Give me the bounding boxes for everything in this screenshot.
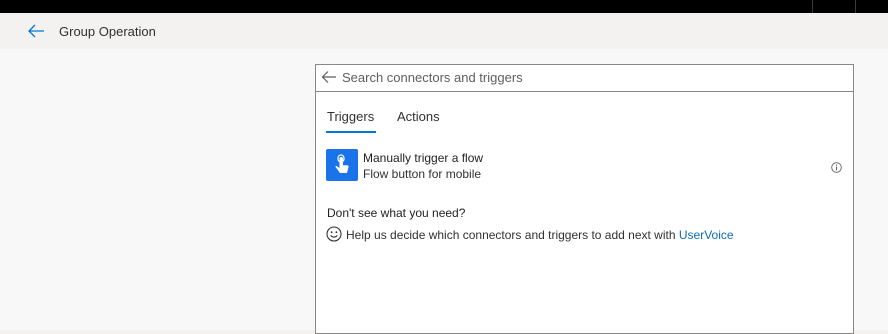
search-bar [316, 65, 853, 92]
trigger-picker-panel: Triggers Actions Manually trigger a flow… [315, 64, 854, 334]
back-arrow-icon[interactable] [26, 23, 46, 39]
trigger-subtitle: Flow button for mobile [363, 167, 482, 181]
tab-actions[interactable]: Actions [397, 109, 440, 124]
tab-selected-indicator [326, 131, 376, 133]
page-title: Group Operation [59, 24, 156, 39]
search-input[interactable] [342, 67, 842, 87]
trigger-item-manual[interactable]: Manually trigger a flow Flow button for … [326, 148, 843, 183]
trigger-title: Manually trigger a flow [363, 151, 484, 165]
top-bar-divider [855, 0, 856, 13]
top-bar-divider [812, 0, 813, 13]
search-back-arrow-icon[interactable] [321, 70, 337, 84]
help-text: Help us decide which connectors and trig… [346, 228, 734, 242]
hand-tap-icon [326, 149, 358, 181]
tab-triggers[interactable]: Triggers [327, 109, 374, 124]
top-bar [0, 0, 888, 13]
uservoice-link[interactable]: UserVoice [679, 228, 734, 242]
smiley-icon [326, 226, 342, 242]
info-icon[interactable] [831, 160, 842, 173]
header: Group Operation [0, 13, 888, 49]
help-text-body: Help us decide which connectors and trig… [346, 228, 679, 242]
help-heading: Don't see what you need? [327, 206, 466, 220]
